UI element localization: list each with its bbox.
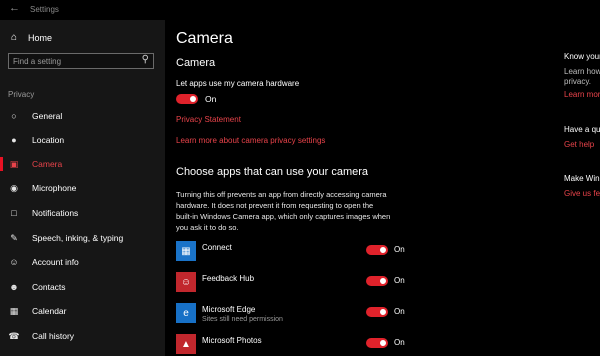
connect-toggle[interactable] xyxy=(366,245,388,255)
sidebar-item-label: Contacts xyxy=(32,282,66,292)
app-name: Connect xyxy=(202,243,232,252)
location-icon: ● xyxy=(11,135,17,145)
search-input[interactable] xyxy=(13,55,133,67)
make-windows-title: Make Wind xyxy=(564,174,600,183)
app-row-feedback-hub: ☺ Feedback Hub On xyxy=(176,272,406,294)
sidebar-item-label: Speech, inking, & typing xyxy=(32,233,124,243)
sidebar-item-account-info[interactable]: ☺ Account info xyxy=(0,252,165,272)
sidebar: ⌂ Home ⚲ Privacy ○ General ● Location ▣ … xyxy=(0,20,165,356)
apps-description: Turning this off prevents an app from di… xyxy=(176,190,391,232)
know-learn-more-link[interactable]: Learn more xyxy=(564,90,600,99)
toggle-state: On xyxy=(394,338,405,347)
section-title-camera: Camera xyxy=(176,57,216,69)
sidebar-item-notifications[interactable]: □ Notifications xyxy=(0,203,165,223)
camera-hardware-toggle[interactable] xyxy=(176,94,198,104)
window-title: Settings xyxy=(30,5,59,14)
camera-icon: ▣ xyxy=(9,158,19,169)
home-label: Home xyxy=(28,32,53,43)
toggle-state: On xyxy=(394,307,405,316)
section-title-apps: Choose apps that can use your camera xyxy=(176,166,369,178)
sidebar-item-label: Account info xyxy=(32,257,79,267)
call-history-icon: ☎ xyxy=(8,330,20,341)
app-row-microsoft-photos: ▲ Microsoft Photos On xyxy=(176,334,406,356)
sidebar-item-label: Notifications xyxy=(32,208,79,218)
page-title: Camera xyxy=(176,30,233,47)
microsoft-photos-toggle[interactable] xyxy=(366,338,388,348)
sidebar-item-label: Location xyxy=(32,135,65,145)
toggle-state: On xyxy=(394,276,405,285)
microsoft-edge-toggle[interactable] xyxy=(366,307,388,317)
sidebar-item-location[interactable]: ● Location xyxy=(0,130,165,150)
main-content: Camera Camera Let apps use my camera har… xyxy=(165,20,555,356)
learn-more-link[interactable]: Learn more about camera privacy settings xyxy=(176,136,325,145)
sidebar-item-call-history[interactable]: ☎ Call history xyxy=(0,326,165,346)
sidebar-item-contacts[interactable]: ☻ Contacts xyxy=(0,277,165,297)
home-nav-item[interactable]: ⌂ Home xyxy=(8,32,52,43)
sidebar-item-label: Camera xyxy=(32,159,63,169)
calendar-icon: ▦ xyxy=(9,305,19,316)
app-row-connect: ▦ Connect On xyxy=(176,241,406,263)
sidebar-item-label: General xyxy=(32,111,63,121)
sidebar-item-label: Microphone xyxy=(32,183,77,193)
toggle-state: On xyxy=(205,94,217,104)
photos-icon: ▲ xyxy=(176,334,196,354)
edge-icon: e xyxy=(176,303,196,323)
app-subtitle: Sites still need permission xyxy=(202,316,283,323)
know-title: Know your xyxy=(564,52,600,61)
sidebar-item-microphone[interactable]: ◉ Microphone xyxy=(0,178,165,198)
notifications-icon: □ xyxy=(11,208,17,218)
sidebar-item-camera[interactable]: ▣ Camera xyxy=(0,154,165,174)
account-icon: ☺ xyxy=(9,257,19,267)
know-line-2: privacy. xyxy=(564,77,591,86)
contacts-icon: ☻ xyxy=(9,282,19,292)
home-icon: ⌂ xyxy=(10,32,18,43)
app-name: Microsoft Photos xyxy=(202,336,262,345)
sidebar-item-label: Calendar xyxy=(32,306,67,316)
lock-icon: ○ xyxy=(11,111,17,121)
search-icon[interactable]: ⚲ xyxy=(142,54,149,65)
back-arrow-icon[interactable]: ← xyxy=(9,2,20,14)
connect-icon: ▦ xyxy=(176,241,196,261)
speech-icon: ✎ xyxy=(10,232,18,243)
give-feedback-link[interactable]: Give us fee xyxy=(564,189,600,198)
feedback-hub-icon: ☺ xyxy=(176,272,196,292)
app-name: Feedback Hub xyxy=(202,274,255,283)
right-panel: Know your Learn how privacy. Learn more … xyxy=(555,20,600,356)
get-help-link[interactable]: Get help xyxy=(564,140,594,149)
sidebar-item-general[interactable]: ○ General xyxy=(0,106,165,126)
sidebar-item-label: Call history xyxy=(32,331,75,341)
app-name: Microsoft Edge xyxy=(202,305,256,314)
title-bar: ← Settings xyxy=(0,0,600,20)
question-title: Have a que xyxy=(564,125,600,134)
privacy-statement-link[interactable]: Privacy Statement xyxy=(176,115,241,124)
sidebar-item-speech[interactable]: ✎ Speech, inking, & typing xyxy=(0,228,165,248)
know-line-1: Learn how xyxy=(564,67,600,76)
microphone-icon: ◉ xyxy=(10,182,18,193)
sidebar-item-calendar[interactable]: ▦ Calendar xyxy=(0,301,165,321)
section-label-privacy: Privacy xyxy=(8,90,35,99)
feedback-hub-toggle[interactable] xyxy=(366,276,388,286)
hardware-label: Let apps use my camera hardware xyxy=(176,79,300,88)
app-row-microsoft-edge: e Microsoft Edge Sites still need permis… xyxy=(176,303,406,325)
toggle-state: On xyxy=(394,245,405,254)
search-box[interactable]: ⚲ xyxy=(8,53,154,69)
